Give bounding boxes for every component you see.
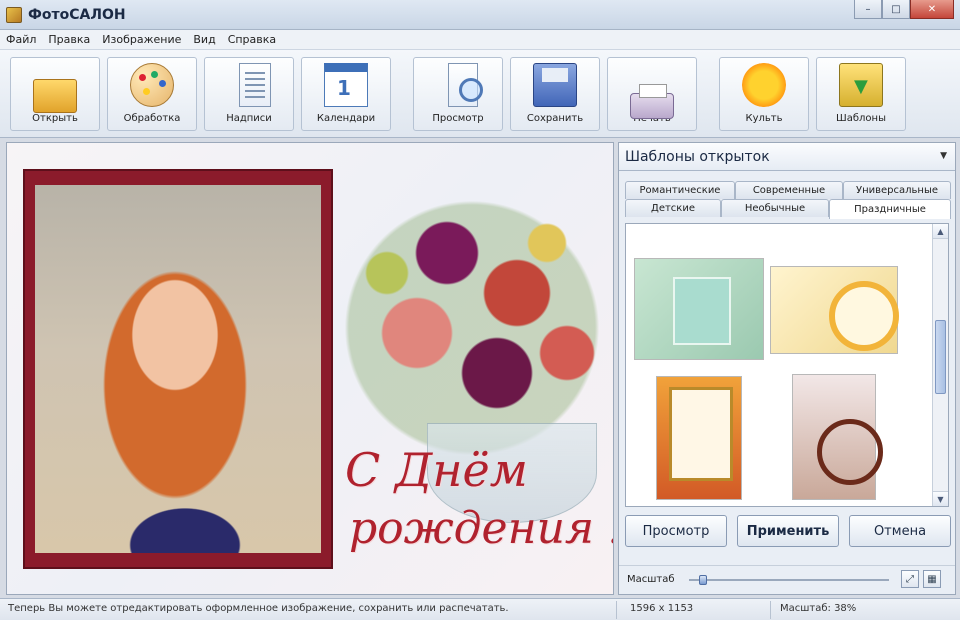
- scroll-up-icon[interactable]: ▲: [933, 224, 948, 239]
- status-divider: [770, 601, 771, 619]
- toolbar: Открыть Обработка Надписи Календари Прос…: [0, 50, 960, 138]
- greeting-card-image: С Днём рождения !: [7, 143, 613, 594]
- chevron-down-icon: ▼: [940, 151, 947, 161]
- calendars-label: Календари: [316, 112, 376, 124]
- app-icon: [6, 6, 22, 23]
- menu-view[interactable]: Вид: [193, 33, 215, 46]
- greeting-line-1: С Днём: [345, 443, 528, 497]
- status-bar: Теперь Вы можете отредактировать оформле…: [0, 598, 960, 620]
- scroll-thumb[interactable]: [935, 320, 946, 394]
- panel-actions: Просмотр Применить Отмена: [625, 515, 951, 549]
- image-dimensions: 1596 x 1153: [630, 603, 694, 614]
- template-thumbnail[interactable]: [792, 374, 883, 500]
- tab-romantic[interactable]: Романтические: [625, 181, 735, 199]
- maximize-button[interactable]: □: [882, 0, 910, 19]
- templates-label: Шаблоны: [836, 112, 886, 124]
- gallery-scrollbar[interactable]: ▲ ▼: [932, 224, 948, 506]
- title-bar: ФотоСАЛОН – □ ✕: [0, 0, 960, 30]
- calendars-button[interactable]: Календари: [301, 56, 391, 131]
- scroll-down-icon[interactable]: ▼: [933, 491, 948, 506]
- tab-kids[interactable]: Детские: [625, 199, 721, 217]
- sun-tool-label: Культь: [745, 112, 783, 124]
- folder-icon: [33, 78, 77, 113]
- print-button[interactable]: Печать: [607, 56, 697, 131]
- templates-button[interactable]: Шаблоны: [816, 56, 906, 131]
- image-canvas[interactable]: С Днём рождения !: [6, 142, 614, 595]
- actual-size-icon[interactable]: ▦: [923, 570, 941, 588]
- tab-modern[interactable]: Современные: [735, 181, 843, 199]
- template-thumbnail[interactable]: [656, 376, 742, 500]
- window-title: ФотоСАЛОН: [28, 6, 126, 23]
- zoom-slider-handle[interactable]: [699, 575, 707, 585]
- status-divider: [616, 601, 617, 619]
- status-message: Теперь Вы можете отредактировать оформле…: [8, 603, 509, 614]
- minimize-button[interactable]: –: [854, 0, 882, 19]
- template-thumbnail[interactable]: [634, 258, 764, 360]
- open-label: Открыть: [32, 112, 78, 124]
- captions-label: Надписи: [226, 112, 272, 124]
- preview-button[interactable]: Просмотр: [413, 56, 503, 131]
- menu-help[interactable]: Справка: [228, 33, 276, 46]
- template-gallery: ▲ ▼: [625, 223, 949, 507]
- zoom-readout: Масштаб: 38%: [780, 603, 857, 614]
- captions-button[interactable]: Надписи: [204, 56, 294, 131]
- template-tabs: Романтические Современные Универсальные …: [625, 181, 951, 221]
- sun-tool-button[interactable]: Культь: [719, 56, 809, 131]
- window-controls: – □ ✕: [854, 0, 954, 19]
- zoom-label: Масштаб: [627, 574, 675, 585]
- cancel-button[interactable]: Отмена: [849, 515, 951, 547]
- greeting-line-2: рождения !: [349, 503, 614, 554]
- magnifier-icon: [448, 62, 483, 107]
- text-document-icon: [239, 62, 271, 107]
- save-label: Сохранить: [526, 112, 584, 124]
- processing-button[interactable]: Обработка: [107, 56, 197, 131]
- menu-file[interactable]: Файл: [6, 33, 36, 46]
- template-thumbnail[interactable]: [770, 266, 899, 354]
- menu-edit[interactable]: Правка: [48, 33, 90, 46]
- photo-frame: [23, 169, 333, 569]
- template-category-dropdown[interactable]: Шаблоны открыток ▼: [619, 143, 955, 171]
- menu-image[interactable]: Изображение: [102, 33, 181, 46]
- save-button[interactable]: Сохранить: [510, 56, 600, 131]
- dropdown-value: Шаблоны открыток: [625, 148, 770, 165]
- zoom-bar: Масштаб ⤢ ▦: [619, 565, 955, 593]
- template-preview-button[interactable]: Просмотр: [625, 515, 727, 547]
- templates-panel: Шаблоны открыток ▼ Романтические Совреме…: [618, 142, 956, 595]
- calendar-icon: [324, 62, 368, 107]
- processing-label: Обработка: [123, 112, 181, 124]
- portrait-photo: [35, 185, 321, 553]
- menu-bar: Файл Правка Изображение Вид Справка: [0, 30, 960, 50]
- floppy-disk-icon: [533, 62, 577, 107]
- close-button[interactable]: ✕: [910, 0, 954, 19]
- templates-icon: [839, 62, 883, 107]
- printer-icon: [630, 83, 674, 119]
- tab-universal[interactable]: Универсальные: [843, 181, 951, 199]
- open-button[interactable]: Открыть: [10, 56, 100, 131]
- zoom-slider[interactable]: [689, 575, 889, 585]
- palette-icon: [130, 62, 174, 107]
- tab-holiday[interactable]: Праздничные: [829, 199, 951, 219]
- sun-icon: [742, 62, 786, 107]
- preview-label: Просмотр: [432, 112, 484, 124]
- apply-button[interactable]: Применить: [737, 515, 839, 547]
- tab-unusual[interactable]: Необычные: [721, 199, 829, 217]
- fit-icon[interactable]: ⤢: [901, 570, 919, 588]
